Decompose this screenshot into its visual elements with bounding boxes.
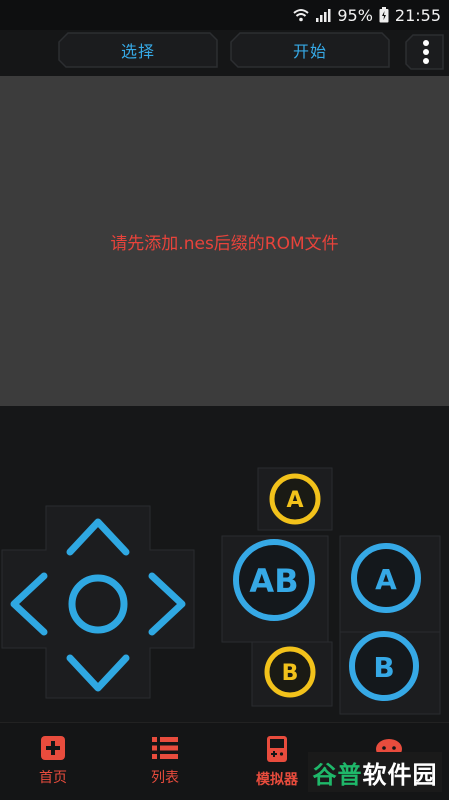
turbo-a-button[interactable]: A: [269, 473, 321, 525]
battery-icon: [379, 7, 389, 23]
ab-label: AB: [249, 562, 298, 600]
turbo-b-label: B: [282, 661, 299, 686]
b-button[interactable]: B: [349, 631, 419, 701]
more-vertical-icon: [405, 34, 444, 70]
nav-item-list[interactable]: 列表: [130, 735, 200, 787]
nav-item-home[interactable]: 首页: [18, 735, 88, 787]
nav-item-emulator[interactable]: 模拟器: [242, 735, 312, 789]
b-label: B: [373, 651, 394, 684]
a-label: A: [375, 563, 397, 596]
overflow-menu-button[interactable]: [405, 34, 445, 70]
ab-button[interactable]: AB: [233, 539, 315, 621]
dpad-panel: [1, 505, 195, 699]
no-rom-message: 请先添加.nes后缀的ROM文件: [110, 233, 339, 254]
turbo-b-button[interactable]: B: [264, 646, 316, 698]
turbo-a-label: A: [286, 488, 303, 513]
select-button-label: 选择: [120, 42, 155, 61]
nav-item-list-label: 列表: [151, 770, 179, 786]
gameboy-icon: [267, 736, 287, 762]
emulator-screen[interactable]: 请先添加.nes后缀的ROM文件: [0, 76, 449, 406]
gamepad-area: A AB A B B: [0, 406, 449, 722]
wifi-icon: [293, 9, 309, 22]
select-button[interactable]: 选择: [58, 32, 218, 68]
clock: 21:55: [394, 5, 441, 25]
start-button-label: 开始: [292, 42, 327, 61]
nav-item-home-label: 首页: [39, 770, 67, 786]
watermark-logo: 谷普 软件园: [308, 752, 442, 792]
watermark-part2: 软件园: [362, 760, 438, 789]
home-plus-icon: [41, 736, 65, 760]
signal-icon: [316, 9, 331, 22]
watermark-part1: 谷普: [312, 760, 363, 789]
nav-item-emulator-label: 模拟器: [256, 772, 298, 788]
start-button[interactable]: 开始: [230, 32, 390, 68]
status-bar: 95% 21:55: [0, 0, 449, 30]
toolbar: 选择 开始: [0, 30, 449, 76]
battery-percent: 95%: [337, 5, 373, 25]
a-button[interactable]: A: [351, 543, 421, 613]
list-icon: [152, 737, 178, 759]
